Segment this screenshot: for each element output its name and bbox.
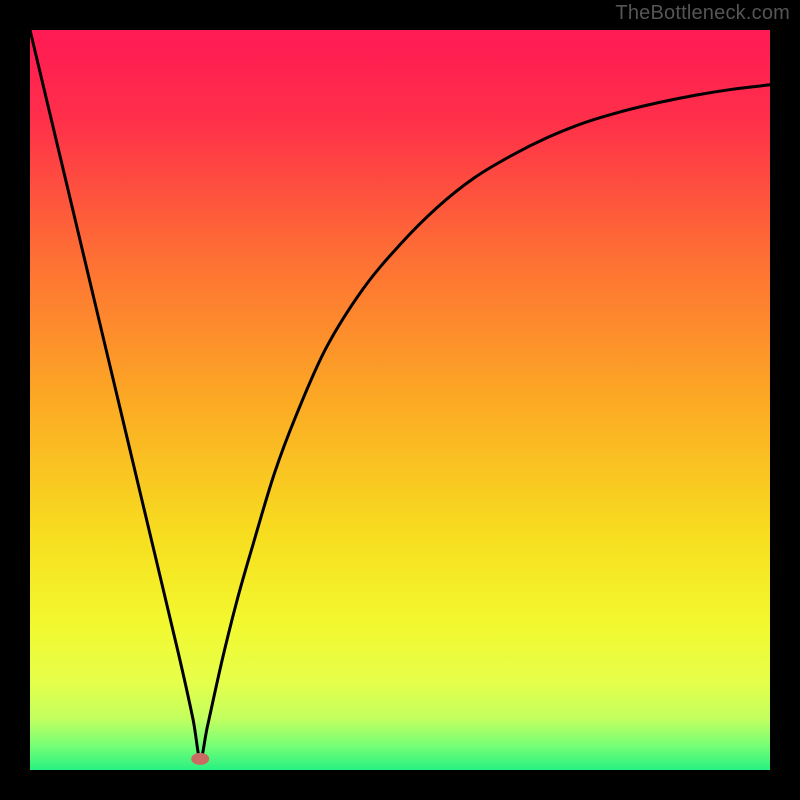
gradient-background <box>30 30 770 770</box>
bottleneck-chart <box>30 30 770 770</box>
watermark-text: TheBottleneck.com <box>615 2 790 25</box>
chart-svg <box>30 30 770 770</box>
minimum-marker <box>191 753 209 765</box>
chart-frame: TheBottleneck.com <box>0 0 800 800</box>
